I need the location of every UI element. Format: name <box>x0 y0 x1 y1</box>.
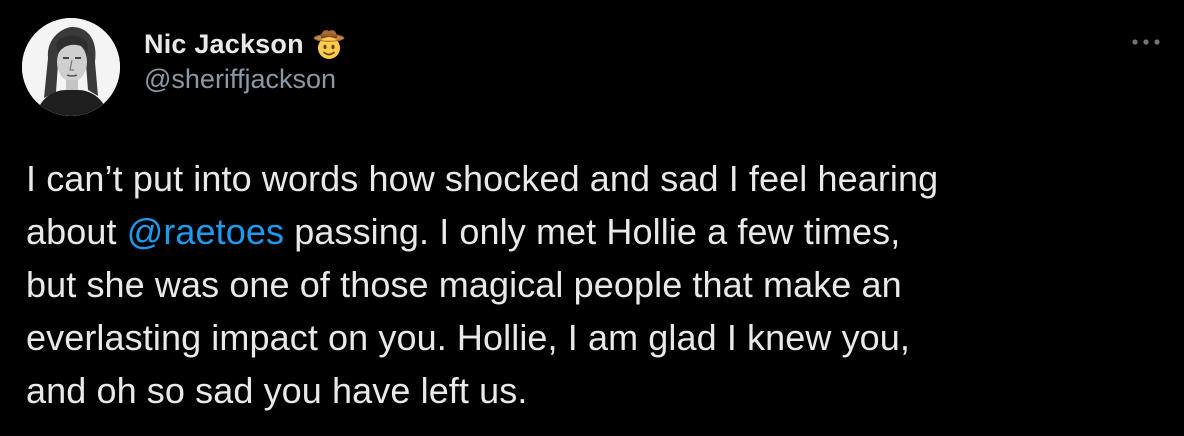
user-handle[interactable]: @sheriffjackson <box>144 64 346 95</box>
tweet-text-segment: passing. I only met Hollie a few times, <box>284 211 901 252</box>
tweet-text: I can’t put into words how shocked and s… <box>26 152 1166 417</box>
tweet-text-segment: about <box>26 211 127 252</box>
name-row: Nic Jackson <box>144 26 346 62</box>
display-name[interactable]: Nic Jackson <box>144 29 304 60</box>
tweet-line: but she was one of those magical people … <box>26 264 902 305</box>
tweet-card: Nic Jackson @sheriffjackson I can’t put … <box>0 0 1184 436</box>
tweet-line: everlasting impact on you. Hollie, I am … <box>26 317 911 358</box>
avatar-portrait <box>22 18 120 116</box>
tweet-line: and oh so sad you have left us. <box>26 370 528 411</box>
cowboy-hat-face-icon <box>312 27 346 61</box>
avatar[interactable] <box>22 18 120 116</box>
author-info: Nic Jackson @sheriffjackson <box>144 26 346 95</box>
tweet-line: I can’t put into words how shocked and s… <box>26 158 939 199</box>
mention-link[interactable]: @raetoes <box>127 211 284 252</box>
tweet-line: about @raetoes passing. I only met Holli… <box>26 205 1166 258</box>
ellipsis-icon[interactable] <box>1126 28 1166 56</box>
